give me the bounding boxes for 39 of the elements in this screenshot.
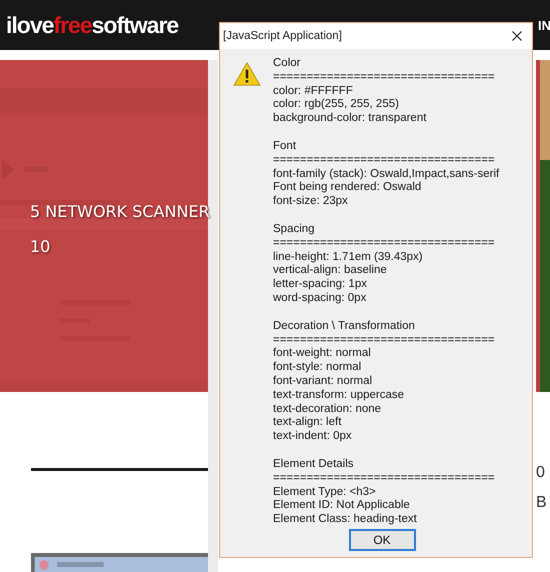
property-line: background-color: transparent xyxy=(273,112,428,126)
property-line: font-style: normal xyxy=(273,361,362,375)
property-line: Element Type: <h3> xyxy=(273,486,377,500)
separator-text: ================================= xyxy=(273,154,496,168)
property-line: text-indent: 0px xyxy=(273,430,353,444)
section-heading: Spacing xyxy=(273,222,316,237)
separator-text: ================================= xyxy=(273,334,496,348)
dialog-title: [JavaScript Application] xyxy=(223,30,342,42)
property-line: Element ID: Not Applicable xyxy=(273,499,411,514)
nav-link[interactable]: IN xyxy=(538,18,550,32)
property-line: text-decoration: none xyxy=(273,402,382,416)
property-line: word-spacing: 0px xyxy=(273,292,368,306)
property-line: line-height: 1.71em (39.43px) xyxy=(273,250,424,264)
section-heading: Font xyxy=(273,140,298,154)
close-icon[interactable] xyxy=(512,31,522,41)
property-line: Element Class: heading-text xyxy=(273,513,418,527)
heading-fragment: 0 xyxy=(536,463,546,483)
property-line: color: rgb(255, 255, 255) xyxy=(273,98,400,112)
property-line: Font being rendered: Oswald xyxy=(273,181,422,196)
heading-fragment: B xyxy=(536,493,548,513)
property-line: font-size: 23px xyxy=(273,195,349,209)
article-heading[interactable]: 10 xyxy=(30,229,210,264)
property-line: color: #FFFFFF xyxy=(273,84,354,98)
section-heading: Decoration \ Transformation xyxy=(273,320,416,334)
separator-text: ================================= xyxy=(273,236,496,251)
section-heading: Color xyxy=(273,57,302,71)
property-line: font-family (stack): Oswald,Impact,sans-serif xyxy=(273,168,500,182)
site-logo[interactable]: ilovefreesoftware xyxy=(6,12,178,38)
property-line: font-variant: normal xyxy=(273,374,374,389)
ok-button[interactable]: OK xyxy=(348,529,416,551)
separator-text: ================================= xyxy=(273,472,496,486)
section-heading: Element Details xyxy=(273,458,355,472)
warning-icon xyxy=(233,61,261,87)
property-line: text-align: left xyxy=(273,416,342,430)
property-line: text-transform: uppercase xyxy=(273,388,406,403)
property-line: vertical-align: baseline xyxy=(273,264,388,278)
property-line: letter-spacing: 1px xyxy=(273,278,368,292)
property-line: font-weight: normal xyxy=(273,347,372,362)
separator-text: ================================= xyxy=(273,70,496,85)
